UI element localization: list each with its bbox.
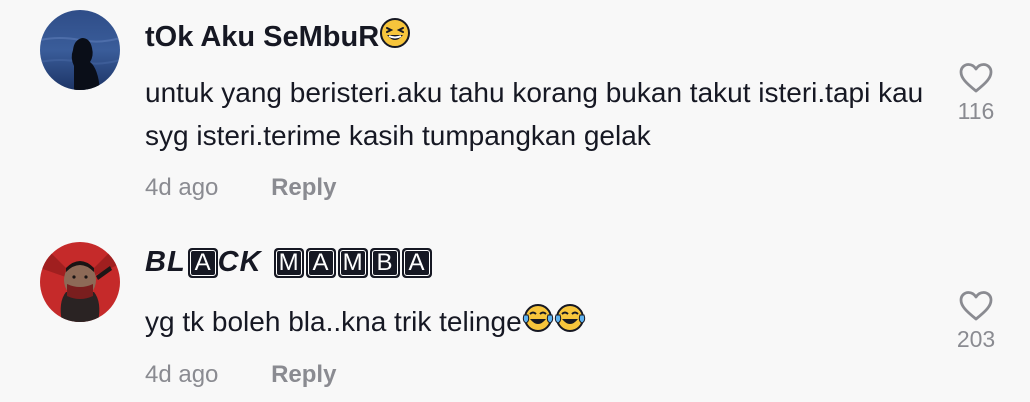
comment-username[interactable]: BL A CK M A M B A xyxy=(145,246,432,279)
comment-meta: 4d ago Reply xyxy=(145,361,336,389)
comment-username[interactable]: tOk Aku SeMbuR xyxy=(145,17,411,57)
avatar[interactable] xyxy=(40,242,120,322)
like-count: 203 xyxy=(956,326,996,352)
comment-time: 4d ago xyxy=(145,361,219,388)
like-button[interactable]: 116 xyxy=(946,62,1006,125)
like-count: 116 xyxy=(957,98,995,124)
reply-button[interactable]: Reply xyxy=(271,361,336,388)
reply-button[interactable]: Reply xyxy=(271,174,336,201)
comment-time: 4d ago xyxy=(145,174,219,201)
like-button[interactable]: 203 xyxy=(946,290,1006,353)
face-with-tears-of-joy-icon xyxy=(554,302,586,345)
heart-icon xyxy=(946,62,1006,94)
grinning-squinting-face-icon xyxy=(379,17,411,57)
heart-icon xyxy=(946,290,1006,322)
comment-meta: 4d ago Reply xyxy=(145,174,336,202)
comment-item: tOk Aku SeMbuR untuk yang beristeri.aku … xyxy=(0,0,1030,215)
comment-text: yg tk boleh bla..kna trik telinge xyxy=(145,300,945,345)
comment-text: untuk yang beristeri.aku tahu korang buk… xyxy=(145,77,924,151)
comment-item: BL A CK M A M B A yg tk boleh bla..kna t… xyxy=(0,230,1030,402)
face-with-tears-of-joy-icon xyxy=(522,302,554,345)
avatar[interactable] xyxy=(40,10,120,90)
